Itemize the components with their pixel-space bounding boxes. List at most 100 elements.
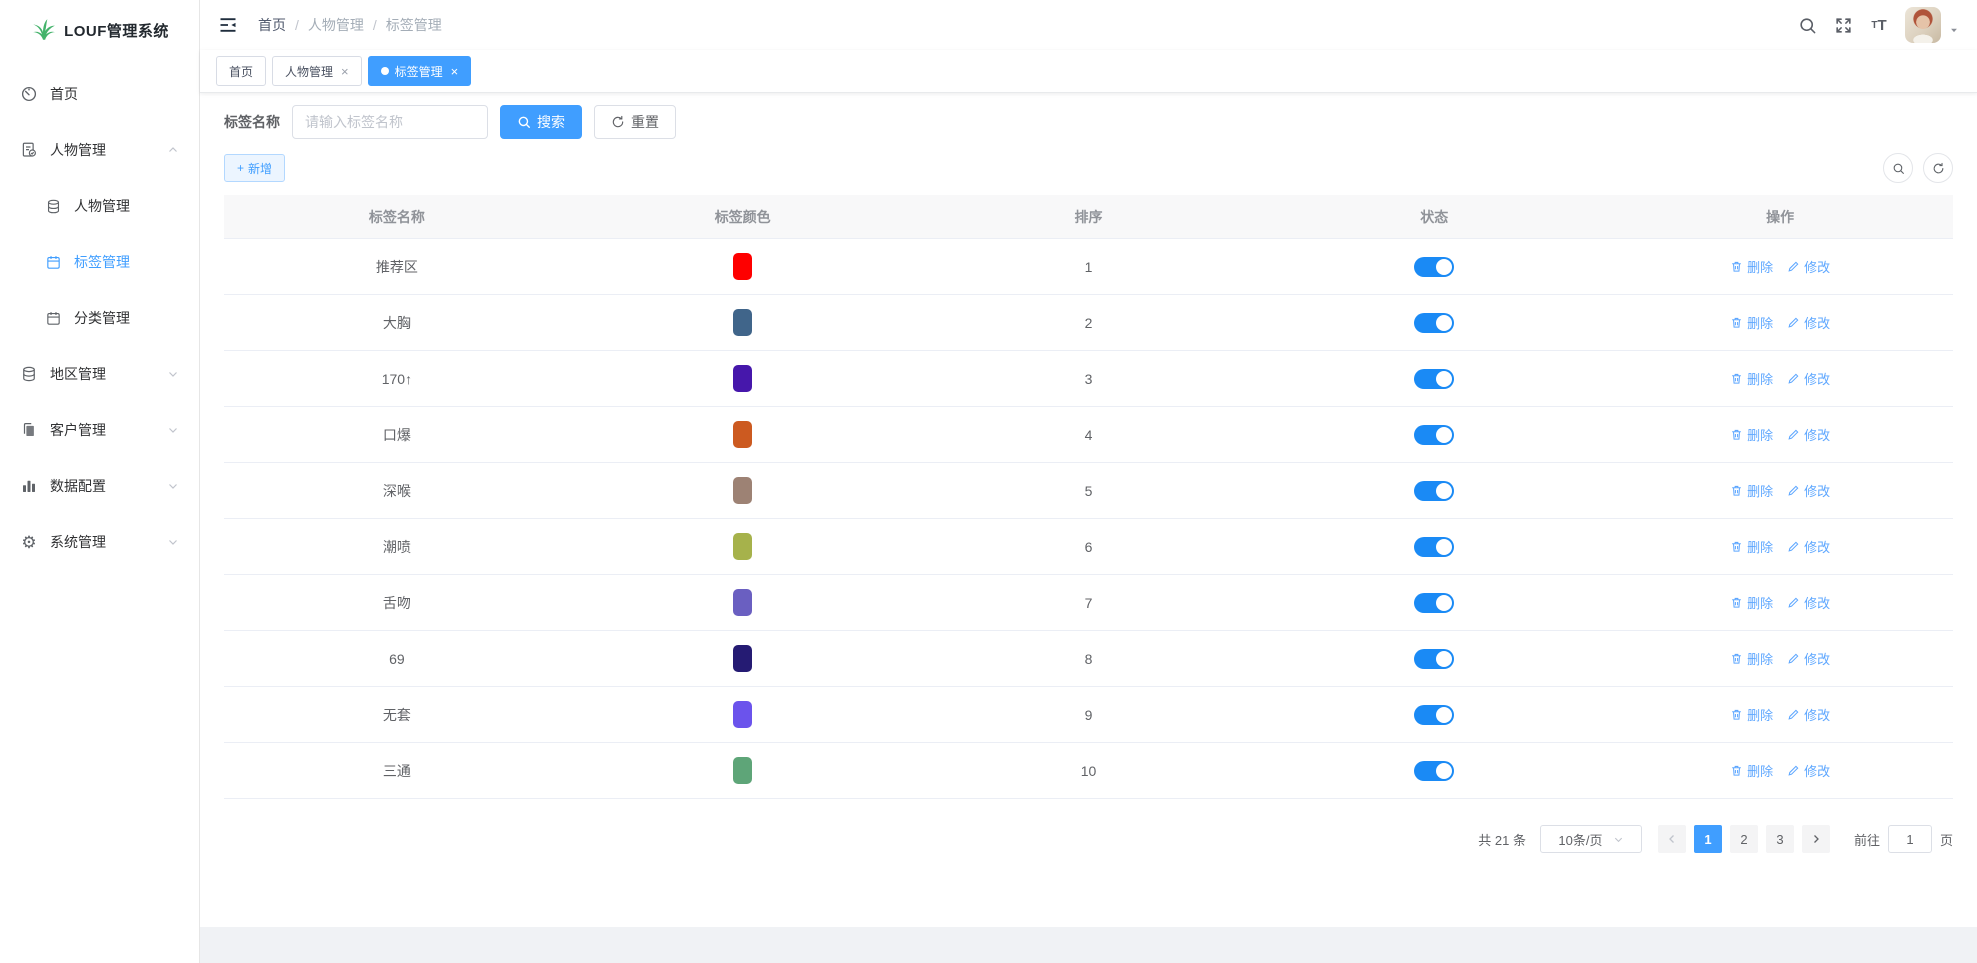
calendar-icon — [44, 253, 62, 271]
edit-button[interactable]: 修改 — [1787, 257, 1830, 276]
font-size-icon[interactable]: TT — [1869, 15, 1889, 35]
close-icon[interactable]: × — [451, 64, 459, 79]
tag-sort-cell: 3 — [916, 351, 1262, 406]
status-toggle[interactable] — [1414, 593, 1454, 613]
status-toggle[interactable] — [1414, 761, 1454, 781]
status-toggle[interactable] — [1414, 257, 1454, 277]
caret-down-icon[interactable] — [1949, 25, 1959, 35]
page-size-select[interactable]: 10条/页 — [1540, 825, 1642, 853]
tag-sort-cell: 6 — [916, 519, 1262, 574]
edit-button[interactable]: 修改 — [1787, 705, 1830, 724]
trash-icon — [1730, 260, 1743, 273]
user-avatar[interactable] — [1905, 7, 1941, 43]
sidebar-collapse-button[interactable] — [216, 13, 240, 37]
edit-button[interactable]: 修改 — [1787, 649, 1830, 668]
sidebar-item-person-group[interactable]: 人物管理 — [0, 122, 199, 178]
tab-home[interactable]: 首页 — [216, 56, 266, 86]
status-toggle[interactable] — [1414, 537, 1454, 557]
breadcrumb-person[interactable]: 人物管理 — [308, 15, 364, 35]
header-status: 状态 — [1261, 195, 1607, 238]
sidebar-item-tag-sub[interactable]: 标签管理 — [0, 234, 199, 290]
status-toggle[interactable] — [1414, 313, 1454, 333]
breadcrumb-home[interactable]: 首页 — [258, 15, 286, 35]
fold-icon — [218, 15, 238, 35]
toggle-knob — [1436, 763, 1452, 779]
chevron-right-icon — [1810, 833, 1822, 845]
goto-page-input[interactable] — [1888, 825, 1932, 853]
delete-button[interactable]: 删除 — [1730, 425, 1773, 444]
sidebar-item-label: 数据配置 — [50, 476, 167, 496]
sidebar-item-label: 人物管理 — [50, 140, 167, 160]
toggle-knob — [1436, 483, 1452, 499]
edit-button[interactable]: 修改 — [1787, 369, 1830, 388]
tab-tag-management[interactable]: 标签管理 × — [368, 56, 472, 86]
sidebar-item-category-sub[interactable]: 分类管理 — [0, 290, 199, 346]
next-page-button[interactable] — [1802, 825, 1830, 853]
close-icon[interactable]: × — [341, 64, 349, 79]
edit-button[interactable]: 修改 — [1787, 537, 1830, 556]
delete-button[interactable]: 删除 — [1730, 481, 1773, 500]
sidebar-item-system[interactable]: ⚙ 系统管理 — [0, 514, 199, 570]
tag-color-cell — [570, 351, 916, 406]
page-button-1[interactable]: 1 — [1694, 825, 1722, 853]
sidebar-item-customer[interactable]: 客户管理 — [0, 402, 199, 458]
search-button[interactable]: 搜索 — [500, 105, 582, 139]
edit-button[interactable]: 修改 — [1787, 593, 1830, 612]
delete-button[interactable]: 删除 — [1730, 313, 1773, 332]
refresh-table-button[interactable] — [1923, 153, 1953, 183]
delete-button[interactable]: 删除 — [1730, 761, 1773, 780]
status-toggle[interactable] — [1414, 369, 1454, 389]
page-button-2[interactable]: 2 — [1730, 825, 1758, 853]
add-button[interactable]: + 新增 — [224, 154, 285, 182]
search-icon[interactable] — [1797, 15, 1817, 35]
prev-page-button[interactable] — [1658, 825, 1686, 853]
tab-label: 标签管理 — [395, 63, 443, 80]
tag-sort-cell: 4 — [916, 407, 1262, 462]
edit-pen-icon — [1787, 652, 1800, 665]
reset-button[interactable]: 重置 — [594, 105, 676, 139]
trash-icon — [1730, 428, 1743, 441]
tag-name-input[interactable] — [292, 105, 488, 139]
edit-button[interactable]: 修改 — [1787, 425, 1830, 444]
edit-button[interactable]: 修改 — [1787, 313, 1830, 332]
reset-button-label: 重置 — [631, 112, 659, 132]
sidebar-item-label: 分类管理 — [74, 308, 179, 328]
status-toggle[interactable] — [1414, 425, 1454, 445]
tag-name-cell: 170↑ — [224, 351, 570, 406]
status-toggle[interactable] — [1414, 481, 1454, 501]
top-navbar: 首页 / 人物管理 / 标签管理 TT — [200, 0, 1977, 50]
sidebar-item-home[interactable]: 首页 — [0, 66, 199, 122]
fullscreen-icon[interactable] — [1833, 15, 1853, 35]
edit-pen-icon — [1787, 708, 1800, 721]
sidebar-item-data-config[interactable]: 数据配置 — [0, 458, 199, 514]
edit-button[interactable]: 修改 — [1787, 761, 1830, 780]
status-toggle[interactable] — [1414, 705, 1454, 725]
delete-button[interactable]: 删除 — [1730, 369, 1773, 388]
plus-icon: + — [237, 161, 244, 175]
delete-button[interactable]: 删除 — [1730, 593, 1773, 612]
sidebar-item-label: 系统管理 — [50, 532, 167, 552]
delete-button[interactable]: 删除 — [1730, 257, 1773, 276]
tag-actions-cell: 删除 修改 — [1607, 463, 1953, 518]
header-tag-color: 标签颜色 — [570, 195, 916, 238]
sidebar-item-person-sub[interactable]: 人物管理 — [0, 178, 199, 234]
app-title: LOUF管理系统 — [64, 20, 169, 41]
status-toggle[interactable] — [1414, 649, 1454, 669]
navbar-actions: TT — [1797, 7, 1959, 43]
delete-button[interactable]: 删除 — [1730, 649, 1773, 668]
page-button-3[interactable]: 3 — [1766, 825, 1794, 853]
delete-label: 删除 — [1747, 481, 1773, 500]
delete-button[interactable]: 删除 — [1730, 537, 1773, 556]
delete-button[interactable]: 删除 — [1730, 705, 1773, 724]
edit-label: 修改 — [1804, 537, 1830, 556]
tag-status-cell — [1261, 295, 1607, 350]
show-search-button[interactable] — [1883, 153, 1913, 183]
tag-name-cell: 深喉 — [224, 463, 570, 518]
edit-button[interactable]: 修改 — [1787, 481, 1830, 500]
tab-person-management[interactable]: 人物管理 × — [272, 56, 362, 86]
sidebar-item-region[interactable]: 地区管理 — [0, 346, 199, 402]
search-button-label: 搜索 — [537, 112, 565, 132]
tag-name-cell: 口爆 — [224, 407, 570, 462]
goto-page: 前往 页 — [1854, 825, 1953, 853]
edit-pen-icon — [1787, 372, 1800, 385]
